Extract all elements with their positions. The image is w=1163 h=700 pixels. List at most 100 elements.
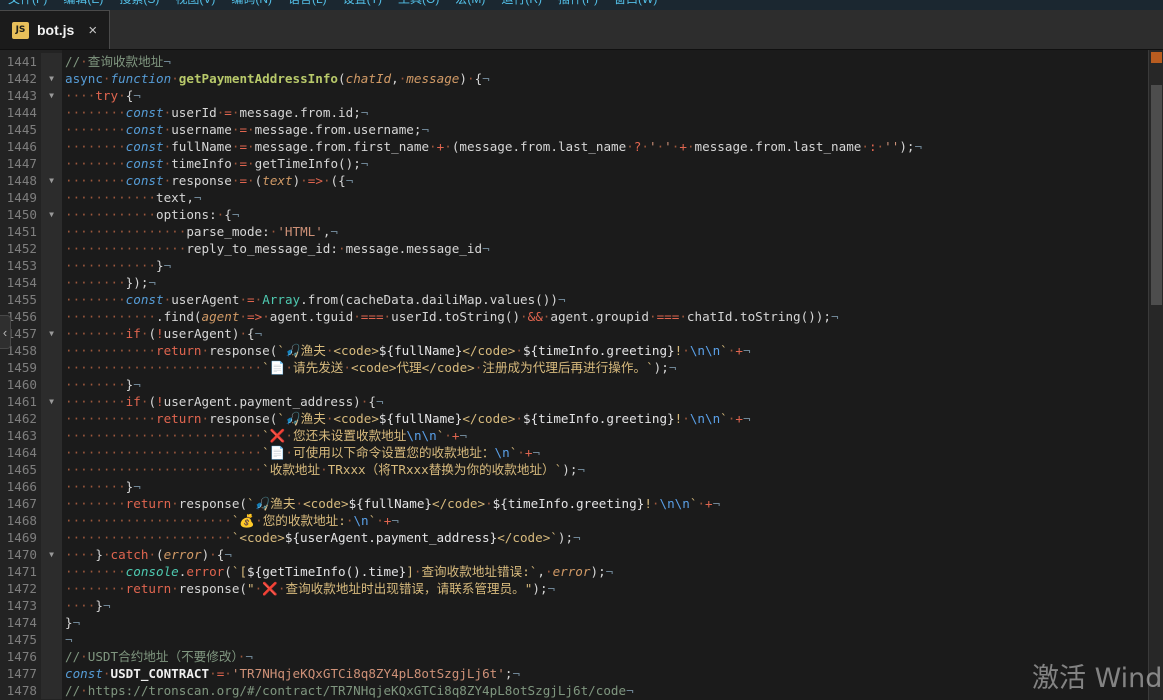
whitespace-dots: ·	[515, 343, 523, 358]
code-line[interactable]: ··························`📄·请先发送·<code>…	[65, 359, 1148, 376]
code-line[interactable]: ······················`💰·您的收款地址:·\n`·+¬	[65, 512, 1148, 529]
code-line[interactable]: ········const·timeInfo·=·getTimeInfo();¬	[65, 155, 1148, 172]
vertical-scrollbar[interactable]	[1148, 50, 1163, 700]
code-line[interactable]: ········}¬	[65, 478, 1148, 495]
line-number: 1470	[0, 546, 41, 563]
code-line[interactable]: ····}¬	[65, 597, 1148, 614]
code-line[interactable]: ··························`📄·可使用以下命令设置您的…	[65, 444, 1148, 461]
gutter-line: 1476	[0, 648, 62, 665]
menu-item[interactable]: 文件(F)	[0, 0, 55, 9]
gutter-line: 1462	[0, 410, 62, 427]
code-line[interactable]: ············.find(agent·=>·agent.tguid·=…	[65, 308, 1148, 325]
code-line[interactable]: ········console.error(`[${getTimeInfo().…	[65, 563, 1148, 580]
whitespace-dots: ·	[247, 139, 255, 154]
code-line[interactable]: ············return·response(`🎣渔夫·<code>$…	[65, 410, 1148, 427]
code-line[interactable]: ············options:·{¬	[65, 206, 1148, 223]
code-line[interactable]: ········const·userId·=·message.from.id;¬	[65, 104, 1148, 121]
code-token: message.message_id	[346, 241, 482, 256]
code-line[interactable]: ········return·response("·❌·查询收款地址时出现错误，…	[65, 580, 1148, 597]
fold-marker-icon[interactable]: ▼	[41, 325, 62, 342]
code-token: !	[156, 394, 164, 409]
fold-marker-icon[interactable]: ▼	[41, 87, 62, 104]
code-line[interactable]: ········return·response(`🎣渔夫·<code>${ful…	[65, 495, 1148, 512]
whitespace-dots: ·	[171, 71, 179, 86]
eol-mark: ¬	[459, 428, 467, 443]
eol-mark: ¬	[606, 564, 614, 579]
code-line[interactable]: ········if·(!userAgent.payment_address)·…	[65, 393, 1148, 410]
code-token: +	[705, 496, 713, 511]
code-token: \n\n	[690, 411, 720, 426]
code-line[interactable]: ········});¬	[65, 274, 1148, 291]
code-line[interactable]: ················reply_to_message_id:·mes…	[65, 240, 1148, 257]
code-line[interactable]: //·USDT合约地址（不要修改）·¬	[65, 648, 1148, 665]
fold-marker-icon[interactable]: ▼	[41, 172, 62, 189]
menu-item[interactable]: 工具(O)	[390, 0, 447, 9]
eol-mark: ¬	[133, 377, 141, 392]
fold-marker-icon[interactable]: ▼	[41, 546, 62, 563]
code-line[interactable]: async·function·getPaymentAddressInfo(cha…	[65, 70, 1148, 87]
code-token: );	[562, 462, 577, 477]
code-line[interactable]: const·USDT_CONTRACT·=·'TR7NHqjeKQxGTCi8q…	[65, 665, 1148, 682]
tab-close-icon[interactable]: ×	[88, 22, 97, 39]
fold-marker-icon[interactable]: ▼	[41, 393, 62, 410]
gutter-line: 1465	[0, 461, 62, 478]
whitespace-dots: ·	[262, 309, 270, 324]
menu-item[interactable]: 视图(V)	[167, 0, 223, 9]
code-token: ===	[657, 309, 680, 324]
whitespace-dots: ·	[697, 496, 705, 511]
code-line[interactable]: ········const·userAgent·=·Array.from(cac…	[65, 291, 1148, 308]
whitespace-dots: ················	[65, 241, 186, 256]
code-line[interactable]: ············text,¬	[65, 189, 1148, 206]
code-line[interactable]: ········if·(!userAgent)·{¬	[65, 325, 1148, 342]
tab-botjs[interactable]: JS bot.js ×	[0, 10, 110, 49]
code-line[interactable]: ······················`<code>${userAgent…	[65, 529, 1148, 546]
menu-item[interactable]: 语言(L)	[280, 0, 335, 9]
gutter-line: 1447	[0, 155, 62, 172]
code-line[interactable]: ········}¬	[65, 376, 1148, 393]
tab-bar: JS bot.js ×	[0, 10, 1163, 50]
code-token: `	[262, 360, 270, 375]
line-number: 1462	[0, 410, 41, 427]
fold-marker-icon[interactable]: ▼	[41, 206, 62, 223]
menu-item[interactable]: 搜索(S)	[111, 0, 167, 9]
scroll-marker	[1151, 52, 1162, 63]
panel-splitter-handle[interactable]: ‹	[0, 315, 11, 349]
menu-item[interactable]: 设置(T)	[335, 0, 390, 9]
code-token: response(	[179, 496, 247, 511]
menu-item[interactable]: 编码(N)	[223, 0, 280, 9]
code-line[interactable]: ····}·catch·(error)·{¬	[65, 546, 1148, 563]
eol-mark: ¬	[482, 71, 490, 86]
whitespace-dots: ·	[224, 666, 232, 681]
scrollbar-thumb[interactable]	[1151, 85, 1162, 305]
fold-marker-icon[interactable]: ▼	[41, 70, 62, 87]
gutter-line: 1444	[0, 104, 62, 121]
code-line[interactable]: ··························`❌·您还未设置收款地址\n…	[65, 427, 1148, 444]
whitespace-dots: ······················	[65, 530, 232, 545]
code-line[interactable]: //·https://tronscan.org/#/contract/TR7NH…	[65, 682, 1148, 699]
menu-item[interactable]: 插件(P)	[550, 0, 606, 9]
code-line[interactable]: //·查询收款地址¬	[65, 53, 1148, 70]
line-number: 1460	[0, 376, 41, 393]
code-line[interactable]: }¬	[65, 614, 1148, 631]
whitespace-dots: ····	[65, 547, 95, 562]
code-line[interactable]: ········const·response·=·(text)·=>·({¬	[65, 172, 1148, 189]
code-line[interactable]: ············}¬	[65, 257, 1148, 274]
code-line[interactable]: ¬	[65, 631, 1148, 648]
code-line[interactable]: ········const·fullName·=·message.from.fi…	[65, 138, 1148, 155]
line-number: 1452	[0, 240, 41, 257]
code-line[interactable]: ··························`收款地址·TRxxx（将T…	[65, 461, 1148, 478]
menu-item[interactable]: 宏(M)	[447, 0, 493, 9]
menu-item[interactable]: 窗口(W)	[606, 0, 665, 9]
menu-item[interactable]: 运行(R)	[493, 0, 550, 9]
code-line[interactable]: ············return·response(`🎣渔夫·<code>$…	[65, 342, 1148, 359]
eol-mark: ¬	[558, 292, 566, 307]
code-area[interactable]: //·查询收款地址¬async·function·getPaymentAddre…	[62, 50, 1148, 700]
gutter-line: 1477	[0, 665, 62, 682]
code-line[interactable]: ····try·{¬	[65, 87, 1148, 104]
code-line[interactable]: ········const·username·=·message.from.us…	[65, 121, 1148, 138]
whitespace-dots: ·	[80, 683, 88, 698]
emoji-glyph: ❌	[270, 428, 286, 443]
code-line[interactable]: ················parse_mode:·'HTML',¬	[65, 223, 1148, 240]
code-token: <code>代理</code>	[351, 360, 475, 375]
menu-item[interactable]: 编辑(E)	[55, 0, 111, 9]
